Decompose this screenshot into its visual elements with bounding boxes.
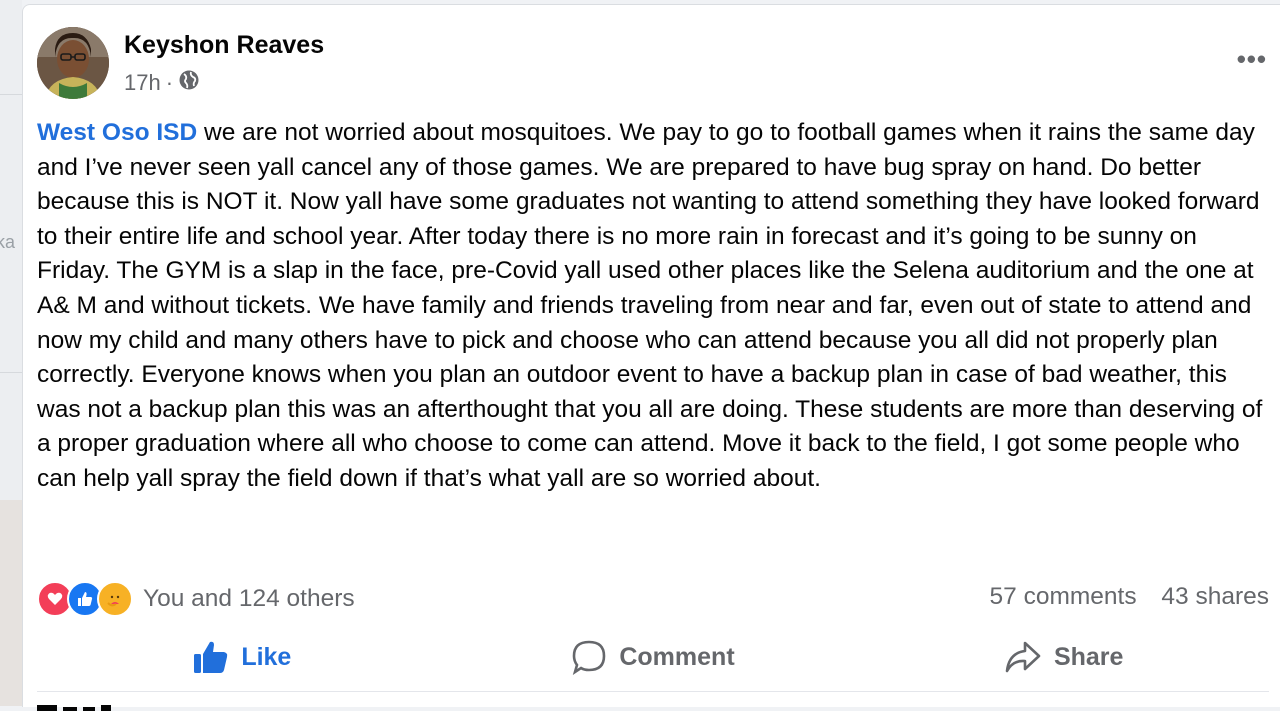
post-meta: 17h · <box>124 69 200 97</box>
thumbs-up-icon <box>194 641 228 673</box>
post-text: West Oso ISD we are not worried about mo… <box>37 116 1269 497</box>
sidebar-image-fragment <box>0 500 22 706</box>
divider <box>0 372 22 373</box>
engagement-stats: 57 comments 43 shares <box>990 583 1269 611</box>
left-sidebar-fragment: ka <box>0 0 22 706</box>
more-horizontal-icon[interactable]: ••• <box>1237 46 1267 72</box>
like-button[interactable]: Like <box>37 627 448 687</box>
share-button[interactable]: Share <box>858 627 1269 687</box>
shares-count[interactable]: 43 shares <box>1161 583 1269 610</box>
reactions-summary[interactable]: You and 124 others <box>37 581 355 617</box>
like-label: Like <box>241 642 292 671</box>
divider <box>37 691 1269 692</box>
mention-link[interactable]: West Oso ISD <box>37 119 197 146</box>
post-card: Keyshon Reaves 17h · ••• West Oso ISD we… <box>22 4 1280 711</box>
post-timestamp[interactable]: 17h <box>124 70 161 96</box>
globe-icon <box>178 69 200 97</box>
share-label: Share <box>1053 642 1124 671</box>
comment-button[interactable]: Comment <box>448 627 859 687</box>
divider <box>0 94 22 95</box>
comments-count[interactable]: 57 comments <box>990 583 1137 610</box>
action-bar: Like Comment Share <box>37 627 1269 687</box>
next-content-fragment <box>37 705 111 711</box>
reactions-count[interactable]: You and 124 others <box>143 585 355 613</box>
comment-icon <box>573 640 606 675</box>
avatar[interactable] <box>37 27 109 99</box>
sidebar-text-fragment: ka <box>0 232 16 252</box>
care-reaction-icon <box>97 581 133 617</box>
comment-label: Comment <box>619 642 735 671</box>
meta-separator: · <box>165 70 174 95</box>
post-body: we are not worried about mosquitoes. We … <box>37 119 1263 492</box>
share-icon <box>1005 641 1041 673</box>
author-name[interactable]: Keyshon Reaves <box>124 31 324 60</box>
